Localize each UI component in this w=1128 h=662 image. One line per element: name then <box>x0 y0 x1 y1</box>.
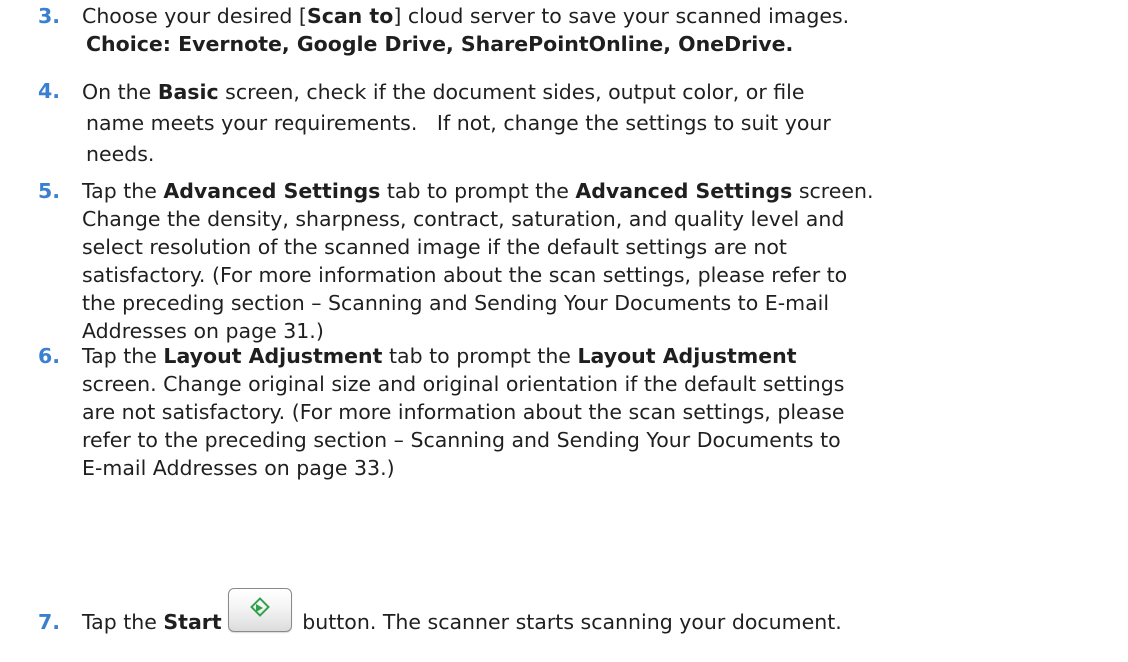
start-label: Start <box>163 610 222 634</box>
text-line: Choose your desired [Scan to] cloud serv… <box>82 4 850 28</box>
step-text: On the Basic screen, check if the docume… <box>82 77 1117 170</box>
step-text: Tap the Layout Adjustment tab to prompt … <box>82 342 1117 482</box>
step-text: Choose your desired [Scan to] cloud serv… <box>82 2 1117 58</box>
choice-line: Choice: Evernote, Google Drive, SharePoi… <box>86 32 794 56</box>
start-arrow-icon <box>255 604 263 612</box>
step-number: 7. <box>38 610 61 634</box>
text-line: Change the density, sharpness, contract,… <box>82 207 845 231</box>
text-line: screen. Change original size and origina… <box>82 372 845 396</box>
text-line: refer to the preceding section – Scannin… <box>82 428 841 452</box>
text-line: select resolution of the scanned image i… <box>82 235 787 259</box>
step-number: 3. <box>38 4 61 28</box>
basic-label: Basic <box>157 80 219 104</box>
layout-adjustment-label: Layout Adjustment <box>163 344 383 368</box>
step-text: Tap the Start button. The scanner starts… <box>82 588 1117 638</box>
text-line: On the Basic screen, check if the docume… <box>82 80 805 104</box>
text-line: E-mail Addresses on page 33.) <box>82 456 395 480</box>
text-line: satisfactory. (For more information abou… <box>82 263 848 287</box>
step-text: Tap the Advanced Settings tab to prompt … <box>82 177 1117 345</box>
advanced-settings-label: Advanced Settings <box>163 179 381 203</box>
step-number: 6. <box>38 344 61 368</box>
advanced-settings-label: Advanced Settings <box>575 179 793 203</box>
scan-to-label: Scan to <box>306 4 394 28</box>
text-line: the preceding section – Scanning and Sen… <box>82 291 830 315</box>
text-line: name meets your requirements. If not, ch… <box>86 111 831 135</box>
start-button[interactable] <box>227 588 292 632</box>
text-line: Tap the Advanced Settings tab to prompt … <box>82 179 874 203</box>
step-number: 4. <box>38 79 61 103</box>
text-line: needs. <box>86 142 155 166</box>
text-line: Tap the Layout Adjustment tab to prompt … <box>82 344 797 368</box>
step-number: 5. <box>38 179 61 203</box>
text-line: Addresses on page 31.) <box>82 319 324 343</box>
layout-adjustment-label: Layout Adjustment <box>577 344 797 368</box>
text-line: are not satisfactory. (For more informat… <box>82 400 845 424</box>
text-line: Tap the Start button. The scanner starts… <box>82 588 1117 638</box>
